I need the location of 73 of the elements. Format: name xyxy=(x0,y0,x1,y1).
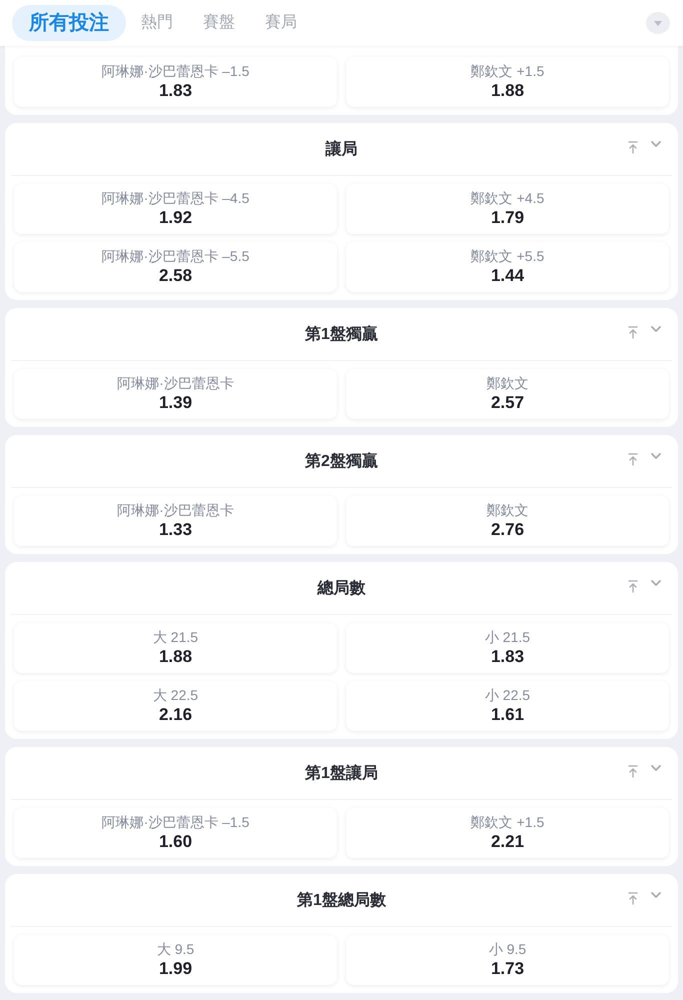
selection-label: 阿琳娜·沙巴蕾恩卡 –1.5 xyxy=(102,813,250,831)
chevron-down-icon[interactable] xyxy=(651,892,661,898)
selection-label: 阿琳娜·沙巴蕾恩卡 –4.5 xyxy=(102,189,250,207)
odds-button[interactable]: 阿琳娜·沙巴蕾恩卡 1.39 xyxy=(14,369,337,419)
market-title: 讓局 xyxy=(326,139,358,160)
selection-label: 鄭欽文 +5.5 xyxy=(470,247,544,265)
pin-to-top-icon[interactable] xyxy=(628,764,638,778)
market-title: 總局數 xyxy=(318,578,366,598)
odds-button[interactable]: 鄭欽文 +1.5 2.21 xyxy=(346,808,669,858)
odds-value: 2.58 xyxy=(158,265,192,287)
selection-label: 鄭欽文 +1.5 xyxy=(470,813,544,831)
chevron-down-icon[interactable] xyxy=(651,580,661,586)
pin-to-top-icon[interactable] xyxy=(628,580,638,592)
odds-button[interactable]: 阿琳娜·沙巴蕾恩卡 –5.5 2.58 xyxy=(14,242,337,292)
odds-value: 1.88 xyxy=(490,80,524,102)
caret-down-icon[interactable] xyxy=(646,12,670,34)
odds-button[interactable]: 鄭欽文 2.76 xyxy=(346,496,669,546)
odds-value: 1.83 xyxy=(158,80,192,102)
market-title: 第1盤讓局 xyxy=(305,763,378,784)
selection-label: 大 9.5 xyxy=(156,940,194,958)
odds-button[interactable]: 鄭欽文 +5.5 1.44 xyxy=(346,242,669,292)
pin-to-top-icon[interactable] xyxy=(628,892,638,904)
odds-value: 1.33 xyxy=(158,519,192,541)
odds-button[interactable]: 大 22.5 2.16 xyxy=(14,681,337,731)
odds-button[interactable]: 阿琳娜·沙巴蕾恩卡 –4.5 1.92 xyxy=(14,184,337,234)
pin-to-top-icon[interactable] xyxy=(628,140,638,154)
selection-label: 阿琳娜·沙巴蕾恩卡 –5.5 xyxy=(102,247,250,265)
odds-button[interactable]: 大 21.5 1.88 xyxy=(14,623,337,673)
odds-button[interactable]: 阿琳娜·沙巴蕾恩卡 –1.5 1.60 xyxy=(14,808,337,858)
pin-to-top-icon[interactable] xyxy=(628,452,638,466)
selection-label: 阿琳娜·沙巴蕾恩卡 xyxy=(117,374,234,392)
odds-value: 1.99 xyxy=(158,958,192,980)
odds-value: 1.61 xyxy=(490,704,524,726)
selection-label: 鄭欽文 +1.5 xyxy=(470,62,544,80)
selection-label: 小 21.5 xyxy=(484,628,530,646)
odds-value: 1.73 xyxy=(490,958,524,980)
chevron-down-icon[interactable] xyxy=(651,765,661,771)
selection-label: 大 21.5 xyxy=(152,628,198,646)
odds-button[interactable]: 鄭欽文 2.57 xyxy=(346,369,669,419)
pin-to-top-icon[interactable] xyxy=(628,326,638,338)
odds-value: 1.60 xyxy=(158,831,192,853)
odds-button[interactable]: 小 9.5 1.73 xyxy=(346,935,669,985)
selection-label: 阿琳娜·沙巴蕾恩卡 xyxy=(117,501,234,519)
odds-button[interactable]: 鄭欽文 +1.5 1.88 xyxy=(346,57,669,107)
odds-button[interactable]: 鄭欽文 +4.5 1.79 xyxy=(346,184,669,234)
odds-value: 1.92 xyxy=(158,207,192,229)
odds-value: 1.88 xyxy=(158,646,192,668)
selection-label: 鄭欽文 xyxy=(486,374,528,392)
chevron-down-icon[interactable] xyxy=(651,453,661,459)
selection-label: 小 22.5 xyxy=(484,686,530,704)
market-title: 第1盤總局數 xyxy=(297,890,386,910)
odds-button[interactable]: 阿琳娜·沙巴蕾恩卡 –1.5 1.83 xyxy=(14,57,337,107)
odds-button[interactable]: 大 9.5 1.99 xyxy=(14,935,337,985)
odds-button[interactable]: 阿琳娜·沙巴蕾恩卡 1.33 xyxy=(14,496,337,546)
selection-label: 大 22.5 xyxy=(152,686,198,704)
odds-button[interactable]: 小 21.5 1.83 xyxy=(346,623,669,673)
chevron-down-icon[interactable] xyxy=(651,326,661,332)
odds-value: 1.39 xyxy=(158,392,192,414)
market-title: 第1盤獨贏 xyxy=(305,324,378,344)
odds-button[interactable]: 小 22.5 1.61 xyxy=(346,681,669,731)
selection-label: 小 9.5 xyxy=(488,940,526,958)
odds-value: 1.79 xyxy=(490,207,524,229)
odds-value: 1.83 xyxy=(490,646,524,668)
selection-label: 鄭欽文 +4.5 xyxy=(470,189,544,207)
selection-label: 阿琳娜·沙巴蕾恩卡 –1.5 xyxy=(102,62,250,80)
odds-value: 2.21 xyxy=(490,831,524,853)
odds-value: 1.44 xyxy=(490,265,524,287)
selection-label: 鄭欽文 xyxy=(486,501,528,519)
chevron-down-icon[interactable] xyxy=(651,141,661,147)
market-title: 第2盤獨贏 xyxy=(305,451,378,472)
odds-value: 2.76 xyxy=(490,519,524,541)
odds-value: 2.16 xyxy=(158,704,192,726)
odds-value: 2.57 xyxy=(490,392,524,414)
